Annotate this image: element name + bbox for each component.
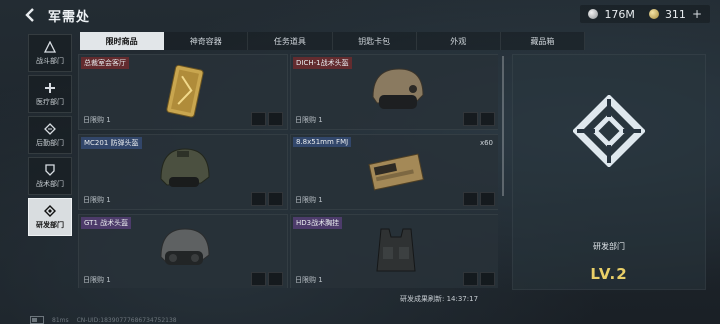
item-name: DICH-1战术头盔 xyxy=(293,57,352,69)
sidebar-item-combat[interactable]: 战斗部门 xyxy=(28,34,72,72)
sidebar-item-logistics[interactable]: 后勤部门 xyxy=(28,116,72,154)
attachment-slot xyxy=(268,272,283,286)
item-card[interactable]: DICH-1战术头盔 日限购 1 xyxy=(290,54,498,130)
gold-coin-icon xyxy=(648,9,659,19)
helmet-icon xyxy=(160,228,210,265)
daily-limit: 日限购 1 xyxy=(83,116,111,124)
attachment-slot xyxy=(463,272,478,286)
item-attachments xyxy=(463,192,495,206)
sidebar-item-label: 后勤部门 xyxy=(36,138,64,147)
silver-coin-icon xyxy=(588,9,599,19)
item-card[interactable]: GT1 战术头盔 日限购 1 xyxy=(78,214,288,288)
back-arrow-icon[interactable] xyxy=(22,6,40,24)
daily-limit: 日限购 1 xyxy=(295,276,323,284)
sidebar-item-label: 医疗部门 xyxy=(36,97,64,106)
attachment-slot xyxy=(480,192,495,206)
grid-scrollbar[interactable] xyxy=(502,56,504,196)
status-footer: 81ms CN-UID:18390777686734752138 xyxy=(30,316,177,324)
item-card[interactable]: 8.8x51mm FMJ x60 日限购 1 xyxy=(290,134,498,210)
daily-limit: 日限购 1 xyxy=(83,276,111,284)
combat-icon xyxy=(44,40,56,53)
shop-tabs: 限时商品 神奇容器 任务道具 钥匙卡包 外观 藏品箱 xyxy=(80,32,586,50)
attachment-slot xyxy=(480,112,495,126)
user-uid: CN-UID:18390777686734752138 xyxy=(76,316,177,324)
tab-limited[interactable]: 限时商品 xyxy=(80,32,165,50)
attachment-slot xyxy=(251,272,266,286)
item-card[interactable]: MC201 防弹头盔 日限购 1 xyxy=(78,134,288,210)
page-title: 军需处 xyxy=(48,10,91,25)
sidebar-item-label: 战术部门 xyxy=(36,179,64,188)
attachment-slot xyxy=(463,192,478,206)
logistics-icon xyxy=(44,122,56,135)
item-name: 8.8x51mm FMJ xyxy=(293,137,352,147)
ping-value: 81ms xyxy=(52,316,69,324)
item-name: HD3战术胸挂 xyxy=(293,217,343,229)
chest-rig-icon xyxy=(376,228,416,272)
currency-bar: 176M 311 + xyxy=(580,5,710,23)
item-count: x60 xyxy=(479,139,493,147)
item-attachments xyxy=(251,272,283,286)
battery-icon xyxy=(30,316,44,324)
item-attachments xyxy=(463,272,495,286)
item-attachments xyxy=(251,192,283,206)
attachment-slot xyxy=(251,112,266,126)
sidebar-item-label: 战斗部门 xyxy=(36,56,64,65)
helmet-icon xyxy=(372,68,424,109)
daily-limit: 日限购 1 xyxy=(83,196,111,204)
tab-appearance[interactable]: 外观 xyxy=(416,32,501,50)
attachment-slot xyxy=(251,192,266,206)
item-card[interactable]: HD3战术胸挂 日限购 1 xyxy=(290,214,498,288)
item-name: 总裁室会客厅 xyxy=(81,57,129,69)
tab-quest-items[interactable]: 任务道具 xyxy=(248,32,333,50)
item-name: GT1 战术头盔 xyxy=(81,217,132,229)
helmet-icon xyxy=(160,148,210,187)
research-department-emblem-icon xyxy=(573,95,645,167)
medical-icon xyxy=(45,82,55,93)
research-icon xyxy=(44,204,56,217)
item-name: MC201 防弹头盔 xyxy=(81,137,142,149)
tab-keycards[interactable]: 钥匙卡包 xyxy=(332,32,417,50)
item-attachments xyxy=(463,112,495,126)
keycard-icon xyxy=(166,64,204,118)
sidebar-item-research[interactable]: 研发部门 xyxy=(28,198,72,236)
daily-limit: 日限购 1 xyxy=(295,196,323,204)
tab-containers[interactable]: 神奇容器 xyxy=(164,32,249,50)
add-currency-icon[interactable]: + xyxy=(692,7,702,21)
ammo-box-icon xyxy=(368,153,424,191)
sidebar-item-tactical[interactable]: 战术部门 xyxy=(28,157,72,195)
item-grid: 总裁室会客厅 日限购 1 DICH-1战术头盔 日限购 1 MC201 防弹头盔 xyxy=(78,54,498,288)
department-sidebar: 战斗部门 医疗部门 后勤部门 战术部门 研发部门 xyxy=(28,34,72,239)
attachment-slot xyxy=(480,272,495,286)
gold-currency-value: 311 xyxy=(664,7,686,21)
silver-currency-value: 176M xyxy=(604,7,635,21)
department-level: LV.2 xyxy=(590,265,628,283)
tactical-icon xyxy=(45,163,55,176)
refresh-timer: 研发成果刷新: 14:37:17 xyxy=(400,295,479,303)
department-name: 研发部门 xyxy=(593,242,625,251)
department-panel: 研发部门 LV.2 xyxy=(512,54,706,290)
tab-collection-box[interactable]: 藏品箱 xyxy=(500,32,586,50)
attachment-slot xyxy=(463,112,478,126)
sidebar-item-medical[interactable]: 医疗部门 xyxy=(28,75,72,113)
sidebar-item-label: 研发部门 xyxy=(36,220,64,229)
attachment-slot xyxy=(268,112,283,126)
daily-limit: 日限购 1 xyxy=(295,116,323,124)
item-card[interactable]: 总裁室会客厅 日限购 1 xyxy=(78,54,288,130)
attachment-slot xyxy=(268,192,283,206)
item-attachments xyxy=(251,112,283,126)
